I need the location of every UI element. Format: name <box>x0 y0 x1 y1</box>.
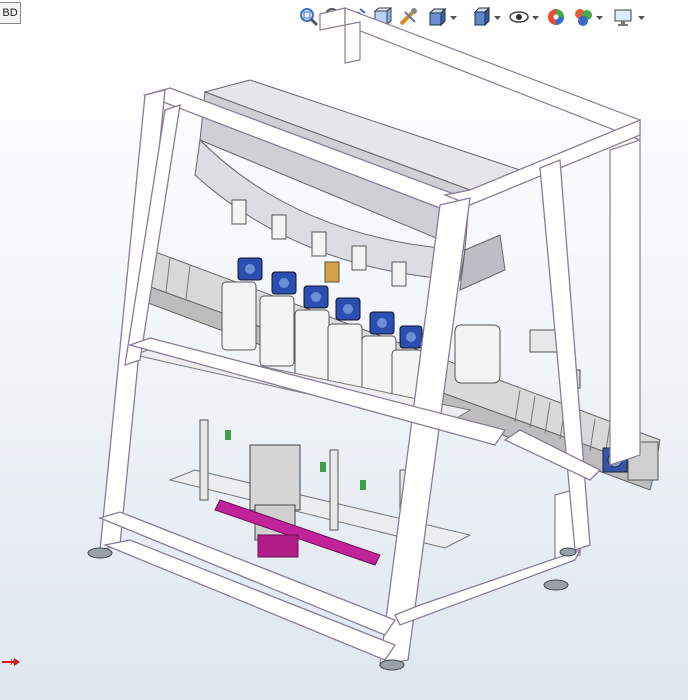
graphics-area-model-view[interactable] <box>0 0 688 700</box>
triad-x-label: X <box>10 658 16 667</box>
